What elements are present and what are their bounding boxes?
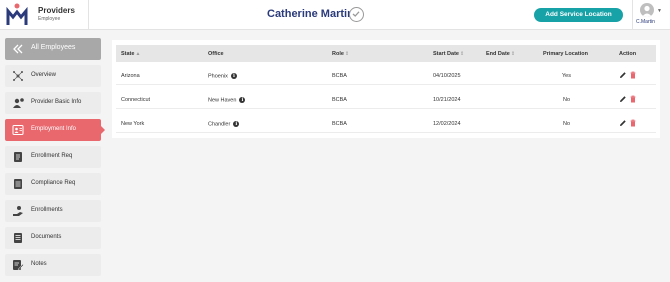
column-label: End Date (486, 51, 510, 57)
sidebar-item-provider-basic-info[interactable]: Provider Basic Info (5, 92, 101, 114)
cell-office: Chandler i (208, 121, 240, 128)
column-header-action: Action (619, 51, 636, 57)
sidebar-item-label: Employment Info (31, 126, 77, 132)
cell-office: Phoenix i (208, 73, 237, 79)
sidebar-item-enrollment-req[interactable]: Enrollment Req (5, 146, 101, 168)
column-header-office: Office (208, 51, 224, 57)
sidebar-item-overview[interactable]: Overview (5, 65, 101, 87)
column-header-end-date[interactable]: End Date⇕ (486, 51, 515, 57)
cell-start-date: 12/02/2024 (433, 121, 461, 127)
sidebar-item-label: All Employees (31, 44, 76, 51)
cell-role: BCBA (332, 97, 347, 103)
user-info-icon (13, 98, 24, 108)
cell-primary-location: No (563, 121, 571, 127)
table-row: Connecticut New Haven i BCBA 10/21/2024 N… (116, 90, 656, 109)
edit-pencil-icon[interactable] (619, 119, 627, 127)
sidebar-item-label: Provider Basic Info (31, 99, 82, 105)
column-header-role[interactable]: Role⇕ (332, 51, 349, 57)
table-row: New York Chandler i BCBA 12/02/2024 No (116, 114, 656, 133)
delete-trash-icon[interactable] (629, 95, 637, 103)
sort-icon[interactable]: ⇕ (460, 51, 464, 57)
page-title: Catherine Martin (267, 8, 354, 20)
avatar[interactable] (640, 3, 654, 17)
cell-start-date: 10/21/2024 (433, 97, 461, 103)
brand: Providers Employee (38, 6, 75, 22)
employment-table-panel: State▲ Office Role⇕ Start Date⇕ End Date… (112, 40, 660, 138)
cell-role: BCBA (332, 73, 347, 79)
office-name: Chandler (208, 121, 231, 128)
cell-state: Arizona (121, 73, 140, 79)
add-service-location-button[interactable]: Add Service Location (534, 8, 623, 22)
cell-state: Connecticut (121, 97, 151, 103)
back-arrows-icon (13, 44, 23, 54)
network-icon (13, 71, 23, 81)
sidebar-item-label: Notes (31, 261, 47, 267)
id-card-icon (12, 125, 24, 135)
column-header-start-date[interactable]: Start Date⇕ (433, 51, 464, 57)
column-label: Action (619, 51, 637, 57)
column-label: Office (208, 51, 224, 57)
cell-state: New York (121, 121, 145, 127)
cell-primary-location: No (563, 97, 571, 103)
column-label: Primary Location (543, 51, 588, 57)
divider (632, 0, 633, 30)
table-header: State▲ Office Role⇕ Start Date⇕ End Date… (116, 45, 656, 62)
top-bar: Providers Employee Catherine Martin Add … (0, 0, 670, 30)
sidebar-item-notes[interactable]: Notes (5, 254, 101, 276)
chevron-down-icon[interactable]: ▼ (657, 8, 662, 14)
cell-role: BCBA (332, 121, 347, 127)
column-header-state[interactable]: State▲ (121, 51, 140, 57)
sort-icon[interactable]: ⇕ (345, 51, 349, 57)
sidebar-item-label: Documents (31, 234, 62, 240)
sidebar-item-documents[interactable]: Documents (5, 227, 101, 249)
sidebar-item-enrollments[interactable]: Enrollments (5, 200, 101, 222)
divider (88, 0, 89, 30)
info-icon[interactable]: i (230, 73, 237, 79)
verified-badge-icon (349, 7, 364, 22)
document-icon (14, 233, 22, 243)
cell-start-date: 04/10/2025 (433, 73, 461, 79)
app-logo-icon[interactable] (6, 3, 28, 27)
office-name: New Haven (208, 97, 237, 104)
edit-pencil-icon[interactable] (619, 95, 627, 103)
sidebar-item-label: Overview (31, 72, 57, 78)
sort-asc-icon[interactable]: ▲ (135, 51, 140, 57)
sidebar: All Employees Overview Provider Basic In… (5, 38, 105, 281)
sort-icon[interactable]: ⇕ (511, 51, 515, 57)
info-icon[interactable]: i (233, 121, 240, 127)
sidebar-item-label: Enrollment Req (31, 153, 73, 159)
sidebar-item-label: Enrollments (31, 207, 63, 213)
user-avatar-icon (642, 5, 652, 17)
clipboard-icon (14, 152, 22, 162)
edit-pencil-icon[interactable] (619, 71, 627, 79)
delete-trash-icon[interactable] (629, 71, 637, 79)
info-icon[interactable]: i (239, 97, 246, 103)
table-row: Arizona Phoenix i BCBA 04/10/2025 Yes (116, 66, 656, 85)
sidebar-item-all-employees[interactable]: All Employees (5, 38, 101, 60)
column-label: State (121, 51, 135, 57)
cell-office: New Haven i (208, 97, 246, 104)
cell-primary-location: Yes (562, 73, 571, 79)
checklist-icon (14, 179, 22, 189)
hand-user-icon (13, 206, 23, 216)
sidebar-item-compliance-req[interactable]: Compliance Req (5, 173, 101, 195)
column-header-primary-location: Primary Location (543, 51, 588, 57)
sidebar-item-employment-info[interactable]: Employment Info (5, 119, 105, 141)
column-label: Role (332, 51, 344, 57)
office-name: Phoenix (208, 73, 228, 80)
note-edit-icon (13, 260, 24, 271)
user-name-label: C.Martin (636, 19, 655, 25)
brand-subtitle: Employee (38, 16, 61, 22)
column-label: Start Date (433, 51, 459, 57)
sidebar-item-label: Compliance Req (31, 180, 76, 186)
delete-trash-icon[interactable] (629, 119, 637, 127)
brand-title: Providers (38, 6, 75, 15)
